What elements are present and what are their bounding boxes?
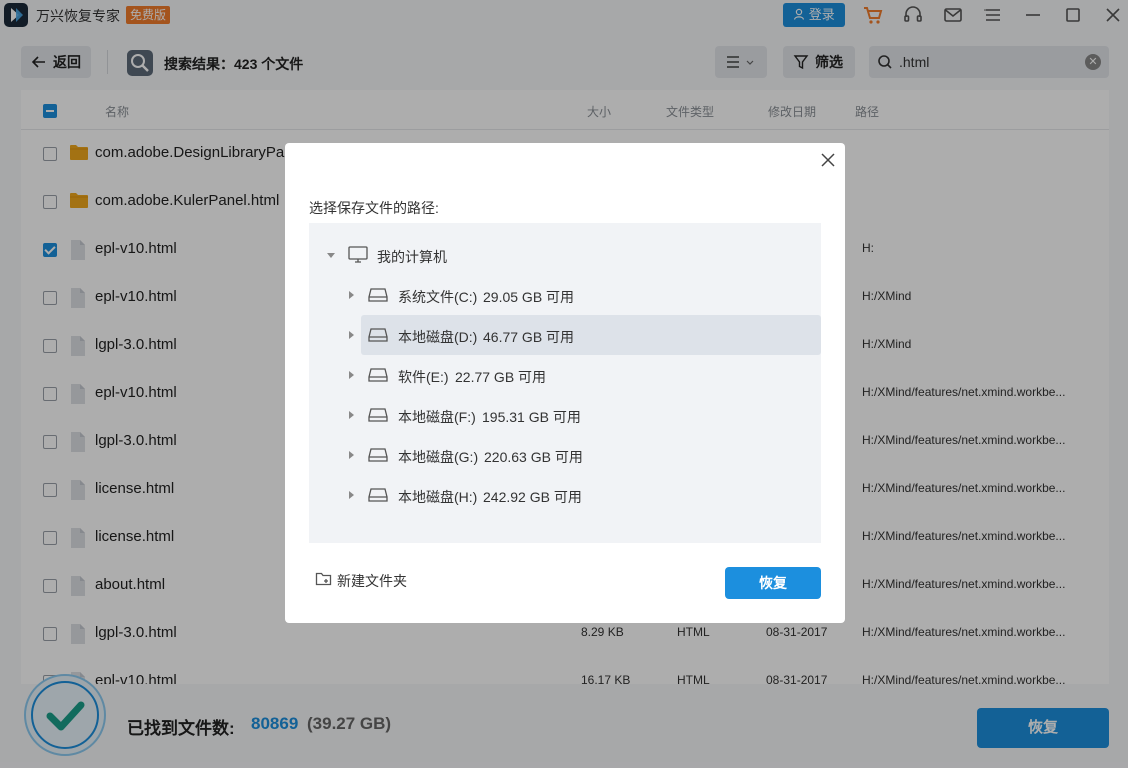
drive-free-space: 22.77 GB 可用 bbox=[455, 369, 547, 385]
tree-node-drive[interactable]: 本地磁盘(G:) 220.63 GB 可用 bbox=[349, 435, 821, 475]
expand-arrow-icon[interactable] bbox=[349, 371, 354, 379]
computer-icon bbox=[348, 246, 368, 263]
tree-node-drive[interactable]: 本地磁盘(D:) 46.77 GB 可用 bbox=[349, 315, 821, 355]
expand-arrow-icon[interactable] bbox=[349, 291, 354, 299]
tree-node-drive[interactable]: 系统文件(C:) 29.05 GB 可用 bbox=[349, 275, 821, 315]
new-folder-icon bbox=[315, 572, 332, 586]
expand-arrow-icon[interactable] bbox=[349, 451, 354, 459]
drive-icon bbox=[368, 488, 388, 502]
drive-free-space: 29.05 GB 可用 bbox=[483, 289, 575, 305]
drive-icon bbox=[368, 328, 388, 342]
tree-node-label: 我的计算机 bbox=[377, 249, 447, 265]
drive-free-space: 46.77 GB 可用 bbox=[483, 329, 575, 345]
expand-arrow-icon[interactable] bbox=[349, 491, 354, 499]
drive-name: 本地磁盘(H:) bbox=[398, 489, 478, 505]
drive-icon bbox=[368, 368, 388, 382]
save-path-dialog: 选择保存文件的路径: 我的计算机 系统文件(C:) 29.05 GB 可用本地磁盘… bbox=[285, 143, 845, 623]
dialog-title: 选择保存文件的路径: bbox=[309, 200, 439, 216]
dialog-recover-button[interactable]: 恢复 bbox=[725, 567, 821, 599]
dialog-close-icon[interactable] bbox=[819, 151, 837, 169]
drive-name: 软件(E:) bbox=[398, 369, 449, 385]
drive-icon bbox=[368, 448, 388, 462]
drive-name: 本地磁盘(D:) bbox=[398, 329, 478, 345]
expand-arrow-icon[interactable] bbox=[327, 253, 335, 258]
tree-node-drive[interactable]: 软件(E:) 22.77 GB 可用 bbox=[349, 355, 821, 395]
drive-free-space: 220.63 GB 可用 bbox=[484, 449, 583, 465]
drive-name: 系统文件(C:) bbox=[398, 289, 478, 305]
drive-tree: 我的计算机 系统文件(C:) 29.05 GB 可用本地磁盘(D:) 46.77 G… bbox=[309, 223, 821, 543]
tree-node-drive[interactable]: 本地磁盘(F:) 195.31 GB 可用 bbox=[349, 395, 821, 435]
new-folder-button[interactable]: 新建文件夹 bbox=[315, 571, 407, 591]
drive-name: 本地磁盘(F:) bbox=[398, 409, 476, 425]
new-folder-label: 新建文件夹 bbox=[337, 573, 407, 589]
expand-arrow-icon[interactable] bbox=[349, 331, 354, 339]
drive-free-space: 195.31 GB 可用 bbox=[482, 409, 581, 425]
drive-free-space: 242.92 GB 可用 bbox=[483, 489, 582, 505]
tree-node-drive[interactable]: 本地磁盘(H:) 242.92 GB 可用 bbox=[349, 475, 821, 515]
expand-arrow-icon[interactable] bbox=[349, 411, 354, 419]
tree-node-my-computer[interactable]: 我的计算机 bbox=[321, 235, 781, 275]
drive-name: 本地磁盘(G:) bbox=[398, 449, 479, 465]
drive-icon bbox=[368, 288, 388, 302]
drive-icon bbox=[368, 408, 388, 422]
